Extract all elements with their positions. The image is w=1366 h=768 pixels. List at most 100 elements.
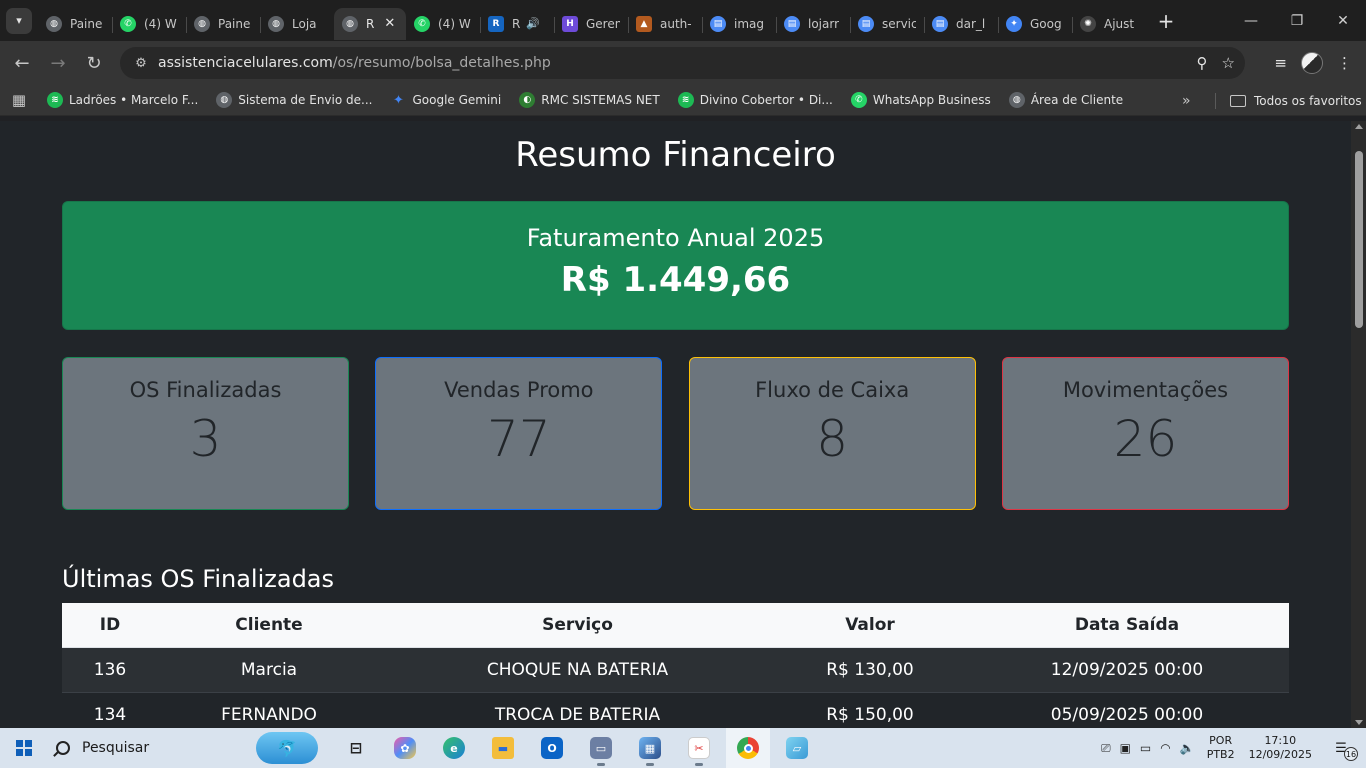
annual-revenue-label: Faturamento Anual 2025: [526, 224, 825, 252]
tab-11[interactable]: ▤ servic: [850, 8, 924, 40]
tab-8[interactable]: ▲ auth-: [628, 8, 702, 40]
tab-12[interactable]: ▤ dar_l: [924, 8, 998, 40]
minimize-icon[interactable]: —: [1228, 0, 1274, 41]
zoom-icon[interactable]: ⚲: [1197, 54, 1208, 72]
tab-title: servic: [882, 16, 916, 31]
rust-icon: ▲: [636, 15, 652, 32]
input-language[interactable]: POR PTB2: [1207, 734, 1235, 762]
start-button[interactable]: [0, 728, 48, 768]
arrow-left-icon: ←: [14, 52, 30, 74]
outlook-button[interactable]: O: [530, 728, 574, 768]
clock-time: 17:10: [1264, 734, 1297, 747]
tab-9[interactable]: ▤ imag: [702, 8, 776, 40]
remote-app-button[interactable]: ▭: [579, 728, 623, 768]
url-host: assistenciacelulares.com: [158, 55, 333, 71]
page-scrollbar[interactable]: [1351, 121, 1366, 728]
task-view-button[interactable]: ⊟: [334, 728, 378, 768]
chrome-button[interactable]: [726, 728, 770, 768]
tab-0[interactable]: ◍ Paine: [38, 8, 112, 40]
clock[interactable]: 17:10 12/09/2025: [1249, 734, 1312, 762]
reload-button[interactable]: ↻: [76, 45, 112, 81]
back-button[interactable]: ←: [4, 45, 40, 81]
apps-grid-icon[interactable]: ▦: [0, 91, 38, 109]
restore-icon[interactable]: ❐: [1274, 0, 1320, 41]
close-window-icon[interactable]: ✕: [1320, 0, 1366, 41]
openai-icon: ✺: [1080, 15, 1096, 32]
card-label: Vendas Promo: [444, 378, 594, 402]
new-tab-button[interactable]: +: [1152, 7, 1180, 35]
spotify-icon: ≋: [47, 92, 63, 108]
close-tab-icon[interactable]: ✕: [384, 16, 395, 31]
bookmark-0[interactable]: ≋ Ladrões • Marcelo F...: [38, 92, 207, 108]
tab-5[interactable]: ✆ (4) W: [406, 8, 480, 40]
tab-title: Goog: [1030, 16, 1062, 31]
bookmarks-bar: ▦ ≋ Ladrões • Marcelo F... ◍ Sistema de …: [0, 85, 1366, 116]
language-code: POR: [1209, 734, 1233, 747]
scroll-down-icon[interactable]: [1355, 720, 1363, 725]
url-text[interactable]: assistenciacelulares.com/os/resumo/bolsa…: [158, 55, 551, 71]
tab-6[interactable]: R R 🔊: [480, 8, 554, 40]
card-vendas-promo: Vendas Promo 77: [375, 357, 663, 510]
scroll-up-icon[interactable]: [1355, 124, 1363, 129]
copilot-button[interactable]: ✿: [383, 728, 427, 768]
bookmark-6[interactable]: ◍ Área de Cliente: [1000, 92, 1132, 108]
bookmark-label: Google Gemini: [412, 93, 502, 107]
battery-icon[interactable]: ▭: [1140, 741, 1151, 756]
windows-logo-icon: [16, 740, 32, 756]
scrollbar-thumb[interactable]: [1355, 151, 1363, 328]
tab-7[interactable]: H Geren: [554, 8, 628, 40]
url-path: /os/resumo/bolsa_detalhes.php: [332, 55, 551, 71]
table-header: ID Cliente Serviço Valor Data Saída: [62, 603, 1289, 648]
tab-14[interactable]: ✺ Ajust: [1072, 8, 1146, 40]
forward-button[interactable]: →: [40, 45, 76, 81]
file-explorer-button[interactable]: ▬: [481, 728, 525, 768]
bookmark-label: Sistema de Envio de...: [238, 93, 373, 107]
bookmark-4[interactable]: ≋ Divino Cobertor • Di...: [669, 92, 842, 108]
globe-icon: ◍: [216, 92, 233, 108]
star-icon[interactable]: ☆: [1222, 54, 1235, 72]
monitor-icon: ▭: [590, 737, 612, 759]
windows-taskbar: Pesquisar 🐬 ⊟ ✿ e ▬ O ▭ ▦ ✂ ▱ ⎚ ▣ ▭ ◠ 🔈 …: [0, 728, 1366, 768]
meet-icon[interactable]: ⎚: [1101, 741, 1111, 756]
snipping-tool-button[interactable]: ✂: [677, 728, 721, 768]
media-control-icon[interactable]: ≡: [1274, 54, 1287, 72]
notepad-button[interactable]: ▱: [775, 728, 819, 768]
bookmark-3[interactable]: ◐ RMC SISTEMAS NET: [510, 92, 668, 108]
reload-icon: ↻: [86, 52, 102, 74]
more-bookmarks-icon[interactable]: »: [1182, 85, 1191, 116]
menu-kebab-icon[interactable]: ⋮: [1337, 54, 1352, 72]
tab-13[interactable]: ✦ Goog: [998, 8, 1072, 40]
utility-app-button[interactable]: ▦: [628, 728, 672, 768]
column-header-valor: Valor: [845, 615, 895, 635]
stats-cards: OS Finalizadas 3 Vendas Promo 77 Fluxo d…: [62, 357, 1289, 510]
bookmark-label: RMC SISTEMAS NET: [541, 93, 660, 107]
plus-icon: +: [1157, 8, 1175, 33]
app-tray-icon[interactable]: ▣: [1120, 741, 1131, 756]
profile-avatar[interactable]: [1301, 52, 1323, 74]
tab-3[interactable]: ◍ Loja: [260, 8, 334, 40]
tab-search-button[interactable]: ▾: [6, 7, 32, 34]
notification-count: 16: [1344, 747, 1358, 761]
tab-2[interactable]: ◍ Paine: [186, 8, 260, 40]
tab-title: auth-: [660, 16, 692, 31]
annual-revenue-value: R$ 1.449,66: [560, 260, 791, 300]
address-bar[interactable]: ⚙ assistenciacelulares.com/os/resumo/bol…: [120, 47, 1245, 79]
all-bookmarks-button[interactable]: Todos os favoritos: [1230, 85, 1362, 116]
whatsapp-icon: ✆: [120, 15, 136, 32]
taskbar-search[interactable]: Pesquisar 🐬: [48, 728, 328, 768]
volume-icon[interactable]: 🔈: [1180, 741, 1195, 756]
tab-10[interactable]: ▤ lojarr: [776, 8, 850, 40]
bookmark-1[interactable]: ◍ Sistema de Envio de...: [207, 92, 381, 108]
bookmark-5[interactable]: ✆ WhatsApp Business: [842, 92, 1000, 108]
bookmark-2[interactable]: ✦ Google Gemini: [381, 92, 510, 108]
wifi-icon[interactable]: ◠: [1160, 741, 1170, 756]
notifications-button[interactable]: ☰ 16: [1328, 735, 1358, 761]
tab-4-active[interactable]: ◍ R ✕: [334, 7, 406, 40]
tab-1[interactable]: ✆ (4) W: [112, 8, 186, 40]
site-settings-icon[interactable]: ⚙: [126, 56, 156, 71]
edge-button[interactable]: e: [432, 728, 476, 768]
speaker-icon[interactable]: 🔊: [526, 17, 540, 30]
tab-list: ◍ Paine ✆ (4) W ◍ Paine ◍ Loja ◍ R ✕ ✆ (…: [38, 0, 1146, 41]
toolbar-right: ≡ ⋮: [1274, 41, 1366, 85]
document-icon: ▤: [784, 15, 800, 32]
